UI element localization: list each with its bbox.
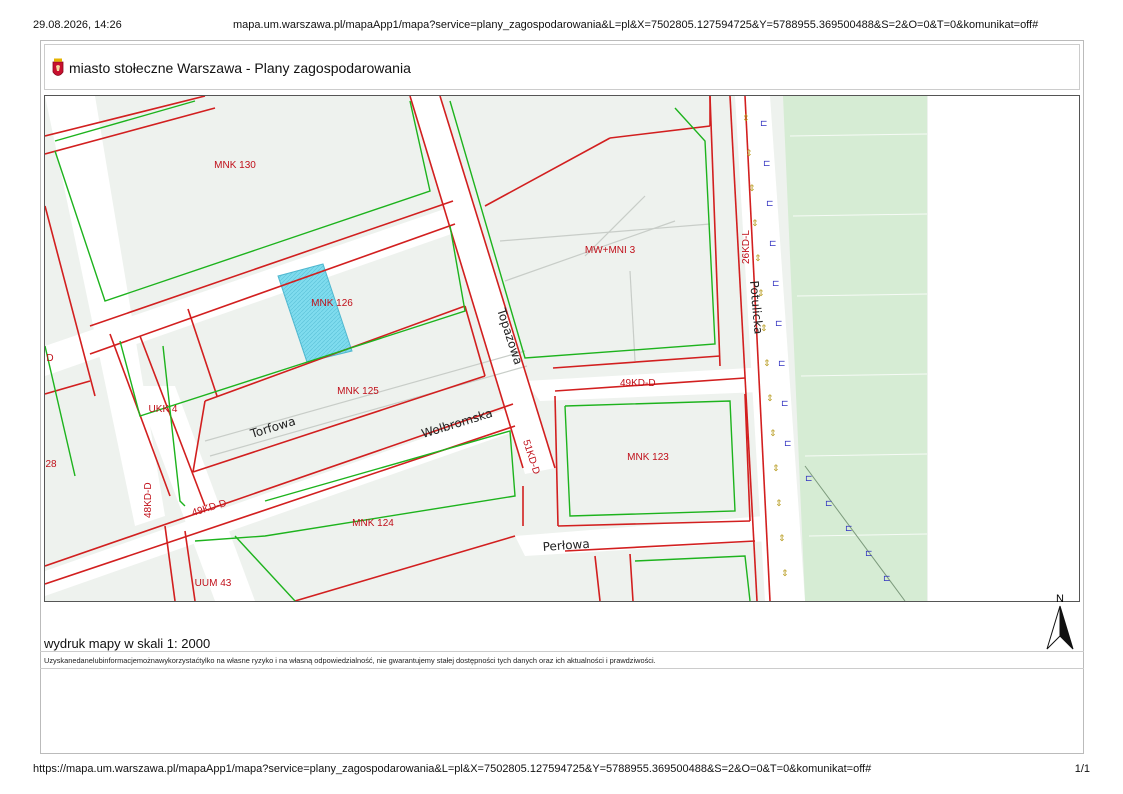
zone-label: MW+MNI 3 — [585, 245, 636, 256]
road-code-label: 48KD-D — [143, 482, 154, 518]
road-code-label: 49KD-D — [620, 378, 656, 389]
zone-label: MNK 130 — [214, 160, 256, 171]
svg-text:⇕: ⇕ — [769, 429, 777, 439]
zone-label: 28 — [45, 459, 57, 470]
svg-text:⇕: ⇕ — [745, 149, 753, 159]
north-arrow-icon: N — [1046, 593, 1074, 650]
svg-text:⇕: ⇕ — [748, 184, 756, 194]
warsaw-crest-icon — [52, 58, 64, 76]
svg-text:⇕: ⇕ — [751, 219, 759, 229]
svg-text:⊏: ⊏ — [883, 574, 891, 584]
print-datetime: 29.08.2026, 14:26 — [33, 19, 122, 31]
app-title-bar: miasto stołeczne Warszawa - Plany zagosp… — [44, 44, 1080, 90]
svg-text:⇕: ⇕ — [754, 254, 762, 264]
print-url: mapa.um.warszawa.pl/mapaApp1/mapa?servic… — [233, 19, 1039, 31]
svg-text:⇕: ⇕ — [772, 464, 780, 474]
zone-label: UKK 4 — [149, 404, 178, 415]
zone-label: UUM 43 — [195, 578, 232, 589]
disclaimer-text: Uzyskanedanelubinformacjemożnawykorzysta… — [44, 656, 656, 665]
svg-text:⇕: ⇕ — [766, 394, 774, 404]
svg-text:⊏: ⊏ — [772, 279, 780, 289]
svg-text:⊏: ⊏ — [781, 399, 789, 409]
map-blank-area — [928, 96, 1079, 601]
svg-text:⇕: ⇕ — [781, 569, 789, 579]
svg-text:⊏: ⊏ — [766, 199, 774, 209]
svg-text:⊏: ⊏ — [845, 524, 853, 534]
svg-text:⊏: ⊏ — [769, 239, 777, 249]
page-number: 1/1 — [1074, 763, 1090, 775]
divider — [40, 651, 1084, 652]
notes-area — [40, 668, 1084, 754]
svg-text:⊏: ⊏ — [825, 499, 833, 509]
zone-label: MNK 125 — [337, 386, 379, 397]
svg-text:⊏: ⊏ — [805, 474, 813, 484]
svg-text:⊏: ⊏ — [775, 319, 783, 329]
svg-text:⊏: ⊏ — [778, 359, 786, 369]
svg-text:⇕: ⇕ — [742, 114, 750, 124]
zone-label: D — [46, 353, 53, 364]
svg-text:⊏: ⊏ — [784, 439, 792, 449]
svg-text:⊏: ⊏ — [763, 159, 771, 169]
north-label: N — [1056, 593, 1064, 605]
zone-label: MNK 124 — [352, 518, 394, 529]
map-view[interactable]: ⇕ ⇕ ⇕ ⇕ ⇕ ⇕ ⇕ ⇕ ⇕ ⇕ ⇕ ⇕ ⇕ ⇕ ⊏ ⊏ ⊏ ⊏ ⊏ ⊏ … — [44, 95, 1080, 602]
zoning-map: ⇕ ⇕ ⇕ ⇕ ⇕ ⇕ ⇕ ⇕ ⇕ ⇕ ⇕ ⇕ ⇕ ⇕ ⊏ ⊏ ⊏ ⊏ ⊏ ⊏ … — [45, 96, 1079, 601]
zone-label: MNK 123 — [627, 452, 669, 463]
road-code-label: 26KD-L — [741, 230, 752, 264]
print-header: 29.08.2026, 14:26 mapa.um.warszawa.pl/ma… — [33, 19, 1090, 33]
green-area — [783, 96, 927, 601]
svg-text:⊏: ⊏ — [865, 549, 873, 559]
app-title: miasto stołeczne Warszawa - Plany zagosp… — [69, 60, 411, 76]
svg-text:⇕: ⇕ — [775, 499, 783, 509]
map-scale: wydruk mapy w skali 1: 2000 — [44, 636, 211, 651]
print-footer: https://mapa.um.warszawa.pl/mapaApp1/map… — [33, 763, 1090, 777]
svg-text:⇕: ⇕ — [763, 359, 771, 369]
print-footer-url: https://mapa.um.warszawa.pl/mapaApp1/map… — [33, 763, 872, 775]
svg-text:⊏: ⊏ — [760, 119, 768, 129]
svg-text:⇕: ⇕ — [778, 534, 786, 544]
zone-label: MNK 126 — [311, 298, 353, 309]
